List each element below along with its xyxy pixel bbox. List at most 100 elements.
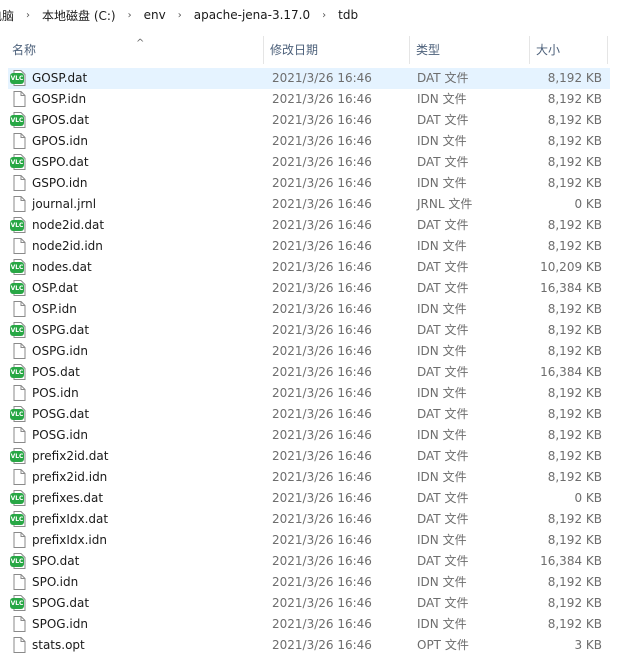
file-row[interactable]: OSP.idn 2021/3/26 16:46 IDN 文件 8,192 KB bbox=[8, 299, 610, 320]
file-type: DAT 文件 bbox=[417, 407, 469, 421]
column-header-type[interactable]: 类型 bbox=[410, 36, 530, 64]
file-name: prefixIdx.idn bbox=[32, 533, 107, 547]
breadcrumb-this-pc[interactable]: 电脑 bbox=[0, 7, 18, 24]
column-header-name[interactable]: 名称 ^ bbox=[6, 36, 264, 64]
column-header-date[interactable]: 修改日期 bbox=[264, 36, 410, 64]
file-row[interactable]: VLC SPO.dat 2021/3/26 16:46 DAT 文件 16,384 KB bbox=[8, 551, 610, 572]
file-row[interactable]: VLC GPOS.dat 2021/3/26 16:46 DAT 文件 8,192 KB bbox=[8, 110, 610, 131]
file-row[interactable]: prefixIdx.idn 2021/3/26 16:46 IDN 文件 8,192 … bbox=[8, 530, 610, 551]
file-name: OSP.dat bbox=[32, 281, 78, 295]
file-date: 2021/3/26 16:46 bbox=[272, 365, 372, 379]
generic-file-icon bbox=[12, 427, 26, 443]
file-date: 2021/3/26 16:46 bbox=[272, 260, 372, 274]
file-row[interactable]: VLC OSPG.dat 2021/3/26 16:46 DAT 文件 8,192 KB bbox=[8, 320, 610, 341]
file-size: 8,192 KB bbox=[547, 113, 602, 127]
file-type: DAT 文件 bbox=[417, 218, 469, 232]
file-name: node2id.dat bbox=[32, 218, 105, 232]
file-date: 2021/3/26 16:46 bbox=[272, 617, 372, 631]
generic-file-icon bbox=[12, 175, 26, 191]
file-type: IDN 文件 bbox=[417, 386, 467, 400]
file-row[interactable]: GPOS.idn 2021/3/26 16:46 IDN 文件 8,192 KB bbox=[8, 131, 610, 152]
file-size: 16,384 KB bbox=[540, 281, 602, 295]
file-name: POS.idn bbox=[32, 386, 79, 400]
generic-file-icon bbox=[12, 574, 26, 590]
file-row[interactable]: journal.jrnl 2021/3/26 16:46 JRNL 文件 0 KB bbox=[8, 194, 610, 215]
file-row[interactable]: VLC node2id.dat 2021/3/26 16:46 DAT 文件 8,192… bbox=[8, 215, 610, 236]
column-header-name-label: 名称 bbox=[12, 43, 37, 57]
chevron-right-icon[interactable]: › bbox=[120, 10, 140, 21]
file-size: 8,192 KB bbox=[547, 470, 602, 484]
file-size: 8,192 KB bbox=[547, 407, 602, 421]
file-size: 10,209 KB bbox=[540, 260, 602, 274]
file-row[interactable]: VLC GOSP.dat 2021/3/26 16:46 DAT 文件 8,192 KB bbox=[8, 68, 610, 89]
file-row[interactable]: VLC prefix2id.dat 2021/3/26 16:46 DAT 文件 8,1… bbox=[8, 446, 610, 467]
file-row[interactable]: SPO.idn 2021/3/26 16:46 IDN 文件 8,192 KB bbox=[8, 572, 610, 593]
dat-file-icon: VLC bbox=[10, 280, 26, 296]
column-header-size-label: 大小 bbox=[536, 43, 561, 57]
file-type: DAT 文件 bbox=[417, 71, 469, 85]
dat-file-icon: VLC bbox=[10, 448, 26, 464]
dat-file-icon: VLC bbox=[10, 154, 26, 170]
file-row[interactable]: VLC nodes.dat 2021/3/26 16:46 DAT 文件 10,209 … bbox=[8, 257, 610, 278]
file-name: SPO.idn bbox=[32, 575, 79, 589]
file-type: IDN 文件 bbox=[417, 239, 467, 253]
file-name: SPOG.dat bbox=[32, 596, 90, 610]
file-row[interactable]: GSPO.idn 2021/3/26 16:46 IDN 文件 8,192 KB bbox=[8, 173, 610, 194]
file-name: GSPO.idn bbox=[32, 176, 88, 190]
file-size: 0 KB bbox=[574, 197, 602, 211]
file-row[interactable]: SPOG.idn 2021/3/26 16:46 IDN 文件 8,192 KB bbox=[8, 614, 610, 635]
file-name: GPOS.idn bbox=[32, 134, 88, 148]
file-row[interactable]: VLC POSG.dat 2021/3/26 16:46 DAT 文件 8,192 KB bbox=[8, 404, 610, 425]
file-date: 2021/3/26 16:46 bbox=[272, 533, 372, 547]
file-date: 2021/3/26 16:46 bbox=[272, 323, 372, 337]
file-date: 2021/3/26 16:46 bbox=[272, 281, 372, 295]
file-row[interactable]: GOSP.idn 2021/3/26 16:46 IDN 文件 8,192 KB bbox=[8, 89, 610, 110]
dat-file-icon: VLC bbox=[10, 70, 26, 86]
sort-ascending-icon: ^ bbox=[136, 38, 145, 49]
file-name: stats.opt bbox=[32, 638, 85, 652]
file-name: GPOS.dat bbox=[32, 113, 90, 127]
file-date: 2021/3/26 16:46 bbox=[272, 239, 372, 253]
breadcrumb-tdb[interactable]: tdb bbox=[334, 8, 362, 22]
file-date: 2021/3/26 16:46 bbox=[272, 218, 372, 232]
file-name: POSG.idn bbox=[32, 428, 88, 442]
generic-file-icon bbox=[12, 469, 26, 485]
dat-file-icon: VLC bbox=[10, 490, 26, 506]
file-date: 2021/3/26 16:46 bbox=[272, 197, 372, 211]
breadcrumb-apache-jena[interactable]: apache-jena-3.17.0 bbox=[190, 8, 314, 22]
column-header-size[interactable]: 大小 bbox=[530, 36, 608, 64]
file-type: IDN 文件 bbox=[417, 575, 467, 589]
file-date: 2021/3/26 16:46 bbox=[272, 176, 372, 190]
file-name: prefix2id.idn bbox=[32, 470, 108, 484]
file-date: 2021/3/26 16:46 bbox=[272, 554, 372, 568]
file-row[interactable]: VLC prefixes.dat 2021/3/26 16:46 DAT 文件 0 KB bbox=[8, 488, 610, 509]
generic-file-icon bbox=[12, 616, 26, 632]
file-type: DAT 文件 bbox=[417, 449, 469, 463]
file-row[interactable]: stats.opt 2021/3/26 16:46 OPT 文件 3 KB bbox=[8, 635, 610, 656]
file-name: POSG.dat bbox=[32, 407, 90, 421]
chevron-right-icon[interactable]: › bbox=[18, 10, 38, 21]
chevron-right-icon[interactable]: › bbox=[314, 10, 334, 21]
chevron-right-icon[interactable]: › bbox=[170, 10, 190, 21]
file-size: 16,384 KB bbox=[540, 554, 602, 568]
file-row[interactable]: VLC POS.dat 2021/3/26 16:46 DAT 文件 16,384 KB bbox=[8, 362, 610, 383]
file-row[interactable]: prefix2id.idn 2021/3/26 16:46 IDN 文件 8,192 … bbox=[8, 467, 610, 488]
file-row[interactable]: VLC SPOG.dat 2021/3/26 16:46 DAT 文件 8,192 KB bbox=[8, 593, 610, 614]
file-row[interactable]: OSPG.idn 2021/3/26 16:46 IDN 文件 8,192 KB bbox=[8, 341, 610, 362]
file-row[interactable]: POS.idn 2021/3/26 16:46 IDN 文件 8,192 KB bbox=[8, 383, 610, 404]
file-type: DAT 文件 bbox=[417, 554, 469, 568]
file-row[interactable]: VLC GSPO.dat 2021/3/26 16:46 DAT 文件 8,192 KB bbox=[8, 152, 610, 173]
file-row[interactable]: VLC OSP.dat 2021/3/26 16:46 DAT 文件 16,384 KB bbox=[8, 278, 610, 299]
file-name: SPOG.idn bbox=[32, 617, 88, 631]
breadcrumb-env[interactable]: env bbox=[140, 8, 170, 22]
breadcrumb-local-disk[interactable]: 本地磁盘 (C:) bbox=[38, 7, 120, 24]
file-row[interactable]: node2id.idn 2021/3/26 16:46 IDN 文件 8,192 KB bbox=[8, 236, 610, 257]
file-type: IDN 文件 bbox=[417, 176, 467, 190]
breadcrumb: 电脑 › 本地磁盘 (C:) › env › apache-jena-3.17.… bbox=[0, 0, 618, 30]
file-type: IDN 文件 bbox=[417, 134, 467, 148]
file-row[interactable]: POSG.idn 2021/3/26 16:46 IDN 文件 8,192 KB bbox=[8, 425, 610, 446]
file-type: IDN 文件 bbox=[417, 302, 467, 316]
file-row[interactable]: VLC prefixIdx.dat 2021/3/26 16:46 DAT 文件 8,1… bbox=[8, 509, 610, 530]
file-size: 8,192 KB bbox=[547, 323, 602, 337]
file-date: 2021/3/26 16:46 bbox=[272, 449, 372, 463]
